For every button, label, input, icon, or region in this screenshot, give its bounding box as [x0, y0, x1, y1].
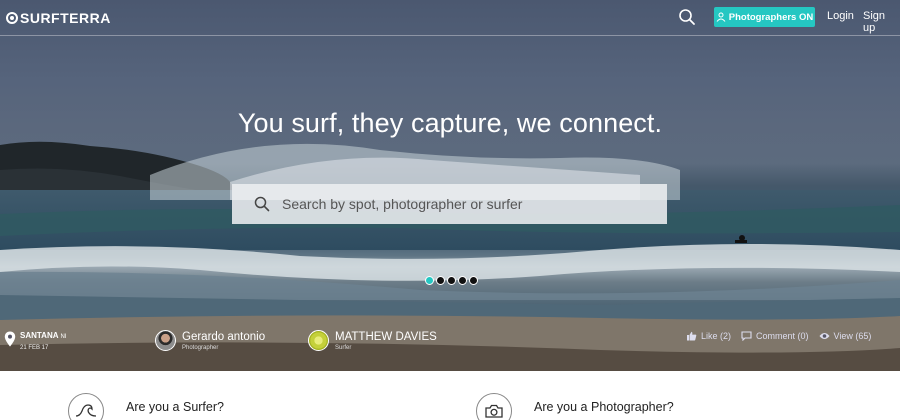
location-suffix: NI	[60, 334, 67, 340]
carousel-dot-5[interactable]	[469, 276, 478, 285]
location-name-text: SANTANA	[20, 331, 59, 340]
surfer-role-option[interactable]: Are you a Surfer?	[68, 393, 224, 420]
camera-icon	[485, 404, 503, 418]
surfer-avatar	[308, 330, 329, 351]
surfer-name: MATTHEW DAVIES	[335, 330, 437, 343]
like-action[interactable]: Like (2)	[686, 331, 731, 341]
login-link[interactable]: Login	[827, 10, 854, 22]
top-navigation-bar: SURFTERRA Photographers ON Login Sign up	[0, 0, 900, 36]
like-count: Like (2)	[701, 331, 732, 341]
photographer-user-icon	[716, 12, 726, 22]
photographer-role: Photographer	[182, 344, 219, 351]
eye-icon	[819, 333, 830, 339]
photographer-name: Gerardo antonio	[182, 330, 266, 343]
surfer-credit[interactable]: MATTHEW DAVIES Surfer	[308, 330, 437, 351]
photo-stats: Like (2) Comment (0) View (65)	[686, 331, 871, 341]
view-stat: View (65)	[819, 331, 872, 341]
photographer-avatar	[155, 330, 176, 351]
hero-search-bar[interactable]	[232, 184, 667, 224]
photographer-role-option[interactable]: Are you a Photographer?	[476, 393, 674, 420]
photographers-on-button[interactable]: Photographers ON	[714, 7, 815, 27]
hero-headline: You surf, they capture, we connect.	[237, 108, 663, 138]
carousel-indicators	[425, 276, 478, 285]
surfer-role: Surfer	[335, 344, 352, 351]
wave-icon	[75, 404, 97, 417]
view-count: View (65)	[833, 331, 872, 341]
hero-section: SURFTERRA Photographers ON Login Sign up…	[0, 0, 900, 371]
role-selection-section: Are you a Surfer? Are you a Photographer…	[0, 371, 900, 420]
photographer-credit[interactable]: Gerardo antonio Photographer	[155, 330, 265, 351]
surfterra-logo[interactable]: SURFTERRA	[6, 9, 111, 27]
comment-action[interactable]: Comment (0)	[741, 331, 809, 341]
signup-link[interactable]: Sign up	[863, 10, 900, 34]
search-icon[interactable]	[678, 8, 696, 26]
photo-location[interactable]: SANTANA NI 21 FEB 17	[4, 331, 66, 351]
location-pin-icon	[4, 331, 16, 347]
comment-bubble-icon	[741, 331, 752, 341]
photographer-role-badge	[476, 393, 512, 420]
carousel-dot-2[interactable]	[436, 276, 445, 285]
carousel-dot-3[interactable]	[447, 276, 456, 285]
hero-search-input[interactable]	[282, 196, 642, 212]
comment-count: Comment (0)	[756, 331, 809, 341]
carousel-dot-1[interactable]	[425, 276, 434, 285]
logo-mark-icon	[6, 12, 18, 24]
surfer-role-label: Are you a Surfer?	[126, 400, 224, 414]
photographers-on-label: Photographers ON	[728, 11, 814, 23]
thumbs-up-icon	[687, 331, 697, 341]
search-field-icon	[254, 196, 270, 212]
location-name: SANTANA NI	[20, 331, 66, 340]
photographer-role-label: Are you a Photographer?	[534, 400, 674, 414]
carousel-dot-4[interactable]	[458, 276, 467, 285]
photo-date: 21 FEB 17	[20, 345, 49, 351]
logo-text: SURFTERRA	[20, 10, 111, 26]
surfer-role-badge	[68, 393, 104, 420]
